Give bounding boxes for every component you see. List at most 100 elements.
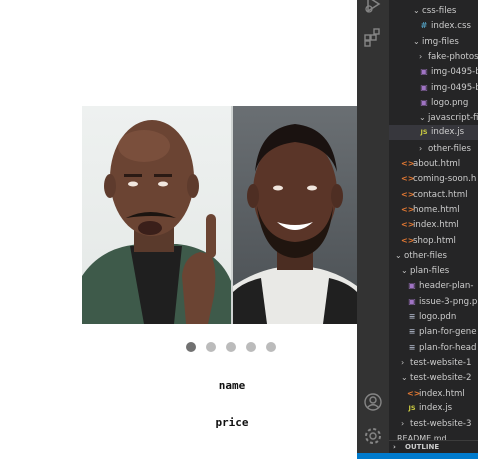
tree-folder[interactable]: ⌄ test-website-2	[401, 370, 471, 385]
tree-item-label: logo.png	[431, 97, 469, 108]
chevron-right-icon: ›	[401, 419, 405, 429]
tree-file[interactable]: JS index.js	[389, 125, 478, 141]
tree-file[interactable]: ▣img-0495-ba	[419, 64, 478, 79]
tree-file[interactable]: ▣img-0495-ba	[419, 80, 478, 95]
image-file-icon: ▣	[408, 296, 416, 306]
slide-indicator-dots	[186, 342, 276, 352]
tree-item-label: index.js	[419, 402, 453, 413]
settings-gear-icon[interactable]	[363, 426, 383, 446]
tree-item-label: other-files	[428, 143, 472, 154]
slide-dot-5[interactable]	[266, 342, 276, 352]
generic-file-icon: ≡	[408, 342, 416, 352]
portrait-1-image	[82, 120, 231, 324]
tree-item-label: plan-files	[410, 266, 450, 277]
status-bar	[357, 453, 478, 459]
tree-file[interactable]: ≡ plan-for-gene	[407, 324, 477, 339]
tree-item-label: shop.html	[413, 235, 456, 246]
tree-folder[interactable]: ⌄ plan-files	[401, 263, 449, 278]
chevron-down-icon: ⌄	[401, 373, 408, 383]
vscode-window: ⌄ css-files # index.css ⌄ img-files › fake-phot…	[357, 0, 478, 459]
image-file-icon: ▣	[420, 67, 428, 77]
run-debug-icon[interactable]	[363, 0, 383, 14]
tree-folder[interactable]: ⌄ other-files	[395, 248, 447, 263]
chevron-right-icon: ›	[401, 357, 405, 367]
tree-file[interactable]: <>index.html	[401, 217, 459, 232]
tree-folder[interactable]: ⌄ css-files	[413, 3, 456, 18]
tree-item-label: index.html	[413, 220, 459, 231]
image-file-icon: ▣	[420, 82, 428, 92]
image-file-icon: ▣	[408, 281, 416, 291]
html-file-icon: <>	[401, 220, 415, 230]
chevron-down-icon: ⌄	[419, 113, 426, 123]
tree-item-label: index.html	[419, 388, 465, 399]
css-file-icon: #	[420, 21, 428, 31]
tree-file[interactable]: JS index.js	[407, 401, 452, 416]
tree-folder[interactable]: ⌄javascript-files	[419, 110, 478, 125]
tree-item-label: home.html	[413, 204, 460, 215]
tree-item-label: fake-photos	[428, 51, 478, 62]
tree-file[interactable]: ≡ logo.pdn	[407, 309, 457, 324]
tree-folder[interactable]: › fake-photos	[419, 49, 478, 64]
tree-file[interactable]: <>contact.html	[401, 187, 467, 202]
product-price: price	[215, 416, 249, 429]
tree-item-label: index.css	[431, 21, 471, 32]
slide-dot-4[interactable]	[246, 342, 256, 352]
html-file-icon: <>	[401, 235, 415, 245]
tree-file[interactable]: ▣ header-plan-	[407, 278, 473, 293]
outline-section-header[interactable]: › OUTLINE	[389, 440, 478, 453]
tree-item-label: css-files	[422, 6, 457, 16]
tree-folder[interactable]: › test-website-1	[401, 355, 471, 370]
js-file-icon: JS	[408, 403, 416, 412]
image-slideshow[interactable]	[82, 106, 357, 324]
html-file-icon: <>	[401, 204, 415, 214]
slide-dot-3[interactable]	[226, 342, 236, 352]
slide-dot-2[interactable]	[206, 342, 216, 352]
tree-item-label: test-website-3	[410, 419, 472, 430]
browser-preview: name price	[0, 0, 357, 459]
chevron-right-icon: ›	[419, 143, 423, 153]
tree-file[interactable]: ▣ issue-3-png.p	[407, 294, 477, 309]
tree-folder[interactable]: ⌄ img-files	[413, 34, 459, 49]
tree-item-label: img-0495-ba	[431, 67, 478, 78]
chevron-down-icon: ⌄	[395, 250, 402, 260]
tree-file[interactable]: <>shop.html	[401, 233, 456, 248]
html-file-icon: <>	[401, 159, 415, 168]
tree-item-label: plan-for-gene	[419, 327, 477, 338]
chevron-down-icon: ⌄	[401, 266, 408, 276]
product-name: name	[218, 379, 246, 392]
tree-item-label: contact.html	[413, 189, 468, 200]
tree-file[interactable]: ≡ plan-for-head	[407, 340, 477, 355]
portrait-2-image	[233, 124, 357, 324]
html-file-icon: <>	[407, 388, 421, 398]
slide-dot-1[interactable]	[186, 342, 196, 352]
tree-file[interactable]: <>home.html	[401, 202, 460, 217]
tree-item-label: other-files	[404, 250, 448, 261]
tree-item-label: javascript-files	[428, 113, 478, 124]
html-file-icon: <>	[401, 174, 415, 184]
tree-file[interactable]: <>about.html	[401, 156, 460, 171]
slide-photo-2	[233, 106, 357, 324]
chevron-down-icon: ⌄	[413, 36, 420, 46]
tree-item-label: logo.pdn	[419, 312, 457, 322]
account-icon[interactable]	[363, 392, 383, 412]
tree-item-label: index.js	[431, 127, 465, 138]
chevron-right-icon: ›	[393, 443, 396, 451]
extensions-icon[interactable]	[363, 27, 383, 47]
tree-item-label: coming-soon.h	[413, 174, 477, 185]
tree-file[interactable]: # index.css	[419, 18, 471, 33]
file-explorer-tree: ⌄ css-files # index.css ⌄ img-files › fake-phot…	[389, 0, 478, 440]
tree-file[interactable]: ▣ logo.png	[419, 95, 468, 110]
outline-label: OUTLINE	[405, 443, 440, 451]
html-file-icon: <>	[401, 189, 415, 199]
tree-item-label: test-website-1	[410, 357, 472, 368]
generic-file-icon: ≡	[408, 327, 416, 337]
tree-file[interactable]: <>coming-soon.h	[401, 171, 476, 186]
tree-item-label: issue-3-png.p	[419, 296, 478, 307]
tree-item-label: about.html	[413, 159, 461, 169]
tree-item-label: img-0495-ba	[431, 82, 478, 93]
image-file-icon: ▣	[420, 97, 428, 107]
tree-folder[interactable]: › other-files	[419, 141, 471, 156]
tree-folder[interactable]: › test-website-3	[401, 416, 471, 431]
tree-file[interactable]: <>index.html	[407, 386, 465, 401]
chevron-down-icon: ⌄	[413, 6, 420, 15]
